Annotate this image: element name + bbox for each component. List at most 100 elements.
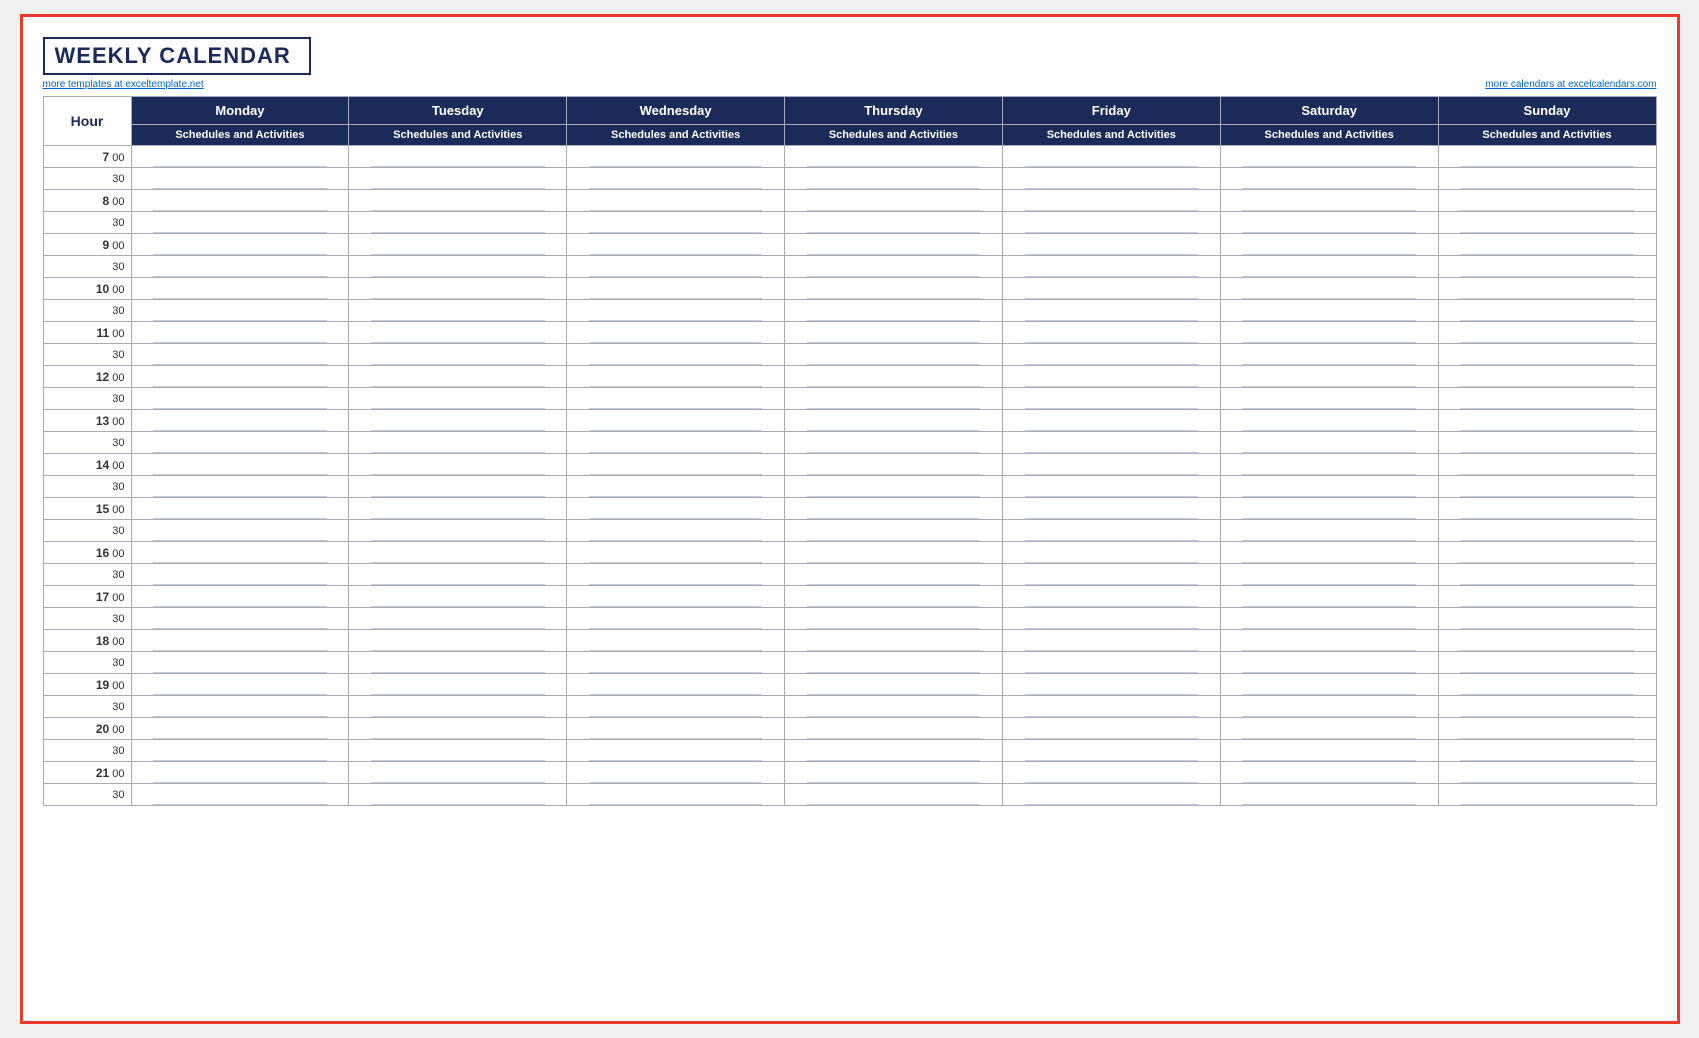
- cell-21-30-day4[interactable]: [1002, 784, 1220, 806]
- cell-11-30-day0[interactable]: [131, 344, 349, 366]
- cell-18-00-day3[interactable]: [785, 630, 1003, 652]
- cell-14-00-day3[interactable]: [785, 454, 1003, 476]
- cell-9-00-day0[interactable]: [131, 234, 349, 256]
- cell-10-00-day2[interactable]: [567, 278, 785, 300]
- cell-17-00-day2[interactable]: [567, 586, 785, 608]
- cell-7-00-day0[interactable]: [131, 146, 349, 168]
- cell-9-30-day6[interactable]: [1438, 256, 1656, 278]
- cell-16-30-day5[interactable]: [1220, 564, 1438, 586]
- cell-19-00-day1[interactable]: [349, 674, 567, 696]
- cell-14-30-day0[interactable]: [131, 476, 349, 498]
- cell-13-30-day3[interactable]: [785, 432, 1003, 454]
- cell-13-30-day4[interactable]: [1002, 432, 1220, 454]
- cell-15-00-day4[interactable]: [1002, 498, 1220, 520]
- cell-16-00-day1[interactable]: [349, 542, 567, 564]
- cell-9-30-day0[interactable]: [131, 256, 349, 278]
- cell-18-30-day3[interactable]: [785, 652, 1003, 674]
- cell-16-00-day0[interactable]: [131, 542, 349, 564]
- cell-19-00-day5[interactable]: [1220, 674, 1438, 696]
- cell-19-30-day0[interactable]: [131, 696, 349, 718]
- cell-16-00-day5[interactable]: [1220, 542, 1438, 564]
- cell-21-00-day3[interactable]: [785, 762, 1003, 784]
- cell-10-00-day4[interactable]: [1002, 278, 1220, 300]
- cell-9-30-day3[interactable]: [785, 256, 1003, 278]
- cell-20-30-day4[interactable]: [1002, 740, 1220, 762]
- cell-7-00-day1[interactable]: [349, 146, 567, 168]
- cell-8-30-day5[interactable]: [1220, 212, 1438, 234]
- cell-7-30-day2[interactable]: [567, 168, 785, 190]
- cell-9-00-day4[interactable]: [1002, 234, 1220, 256]
- cell-13-00-day2[interactable]: [567, 410, 785, 432]
- cell-20-30-day6[interactable]: [1438, 740, 1656, 762]
- cell-16-30-day0[interactable]: [131, 564, 349, 586]
- cell-14-00-day5[interactable]: [1220, 454, 1438, 476]
- cell-20-00-day1[interactable]: [349, 718, 567, 740]
- cell-18-00-day1[interactable]: [349, 630, 567, 652]
- cell-18-00-day0[interactable]: [131, 630, 349, 652]
- cell-7-30-day6[interactable]: [1438, 168, 1656, 190]
- cell-17-30-day1[interactable]: [349, 608, 567, 630]
- cell-13-30-day6[interactable]: [1438, 432, 1656, 454]
- cell-15-00-day2[interactable]: [567, 498, 785, 520]
- cell-21-00-day5[interactable]: [1220, 762, 1438, 784]
- cell-12-00-day1[interactable]: [349, 366, 567, 388]
- cell-15-00-day5[interactable]: [1220, 498, 1438, 520]
- cell-8-30-day2[interactable]: [567, 212, 785, 234]
- cell-21-00-day6[interactable]: [1438, 762, 1656, 784]
- cell-8-00-day0[interactable]: [131, 190, 349, 212]
- cell-8-00-day4[interactable]: [1002, 190, 1220, 212]
- cell-17-00-day0[interactable]: [131, 586, 349, 608]
- cell-11-30-day2[interactable]: [567, 344, 785, 366]
- cell-18-00-day5[interactable]: [1220, 630, 1438, 652]
- cell-17-30-day0[interactable]: [131, 608, 349, 630]
- cell-10-30-day3[interactable]: [785, 300, 1003, 322]
- cell-16-30-day4[interactable]: [1002, 564, 1220, 586]
- cell-12-00-day0[interactable]: [131, 366, 349, 388]
- cell-13-00-day0[interactable]: [131, 410, 349, 432]
- cell-8-30-day1[interactable]: [349, 212, 567, 234]
- cell-8-00-day3[interactable]: [785, 190, 1003, 212]
- cell-17-30-day2[interactable]: [567, 608, 785, 630]
- cell-15-00-day6[interactable]: [1438, 498, 1656, 520]
- cell-12-30-day4[interactable]: [1002, 388, 1220, 410]
- cell-17-30-day4[interactable]: [1002, 608, 1220, 630]
- cell-11-00-day1[interactable]: [349, 322, 567, 344]
- cell-14-30-day6[interactable]: [1438, 476, 1656, 498]
- cell-8-30-day0[interactable]: [131, 212, 349, 234]
- cell-7-30-day1[interactable]: [349, 168, 567, 190]
- cell-9-30-day2[interactable]: [567, 256, 785, 278]
- cell-8-00-day5[interactable]: [1220, 190, 1438, 212]
- cell-20-00-day3[interactable]: [785, 718, 1003, 740]
- cell-16-00-day3[interactable]: [785, 542, 1003, 564]
- cell-19-30-day2[interactable]: [567, 696, 785, 718]
- cell-9-30-day5[interactable]: [1220, 256, 1438, 278]
- cell-17-00-day3[interactable]: [785, 586, 1003, 608]
- cell-7-00-day2[interactable]: [567, 146, 785, 168]
- cell-13-00-day3[interactable]: [785, 410, 1003, 432]
- cell-20-00-day2[interactable]: [567, 718, 785, 740]
- cell-11-00-day2[interactable]: [567, 322, 785, 344]
- cell-15-00-day3[interactable]: [785, 498, 1003, 520]
- cell-12-30-day3[interactable]: [785, 388, 1003, 410]
- cell-21-00-day0[interactable]: [131, 762, 349, 784]
- cell-21-30-day2[interactable]: [567, 784, 785, 806]
- cell-13-00-day5[interactable]: [1220, 410, 1438, 432]
- cell-9-30-day4[interactable]: [1002, 256, 1220, 278]
- cell-21-30-day3[interactable]: [785, 784, 1003, 806]
- cell-19-00-day4[interactable]: [1002, 674, 1220, 696]
- cell-9-00-day1[interactable]: [349, 234, 567, 256]
- cell-21-00-day1[interactable]: [349, 762, 567, 784]
- cell-10-00-day0[interactable]: [131, 278, 349, 300]
- link-right[interactable]: more calendars at excelcalendars.com: [1485, 79, 1656, 90]
- cell-16-30-day3[interactable]: [785, 564, 1003, 586]
- cell-19-30-day4[interactable]: [1002, 696, 1220, 718]
- cell-14-00-day0[interactable]: [131, 454, 349, 476]
- cell-20-30-day3[interactable]: [785, 740, 1003, 762]
- cell-9-00-day5[interactable]: [1220, 234, 1438, 256]
- cell-17-00-day1[interactable]: [349, 586, 567, 608]
- cell-19-30-day3[interactable]: [785, 696, 1003, 718]
- cell-19-00-day0[interactable]: [131, 674, 349, 696]
- cell-13-30-day1[interactable]: [349, 432, 567, 454]
- cell-9-00-day2[interactable]: [567, 234, 785, 256]
- cell-14-30-day4[interactable]: [1002, 476, 1220, 498]
